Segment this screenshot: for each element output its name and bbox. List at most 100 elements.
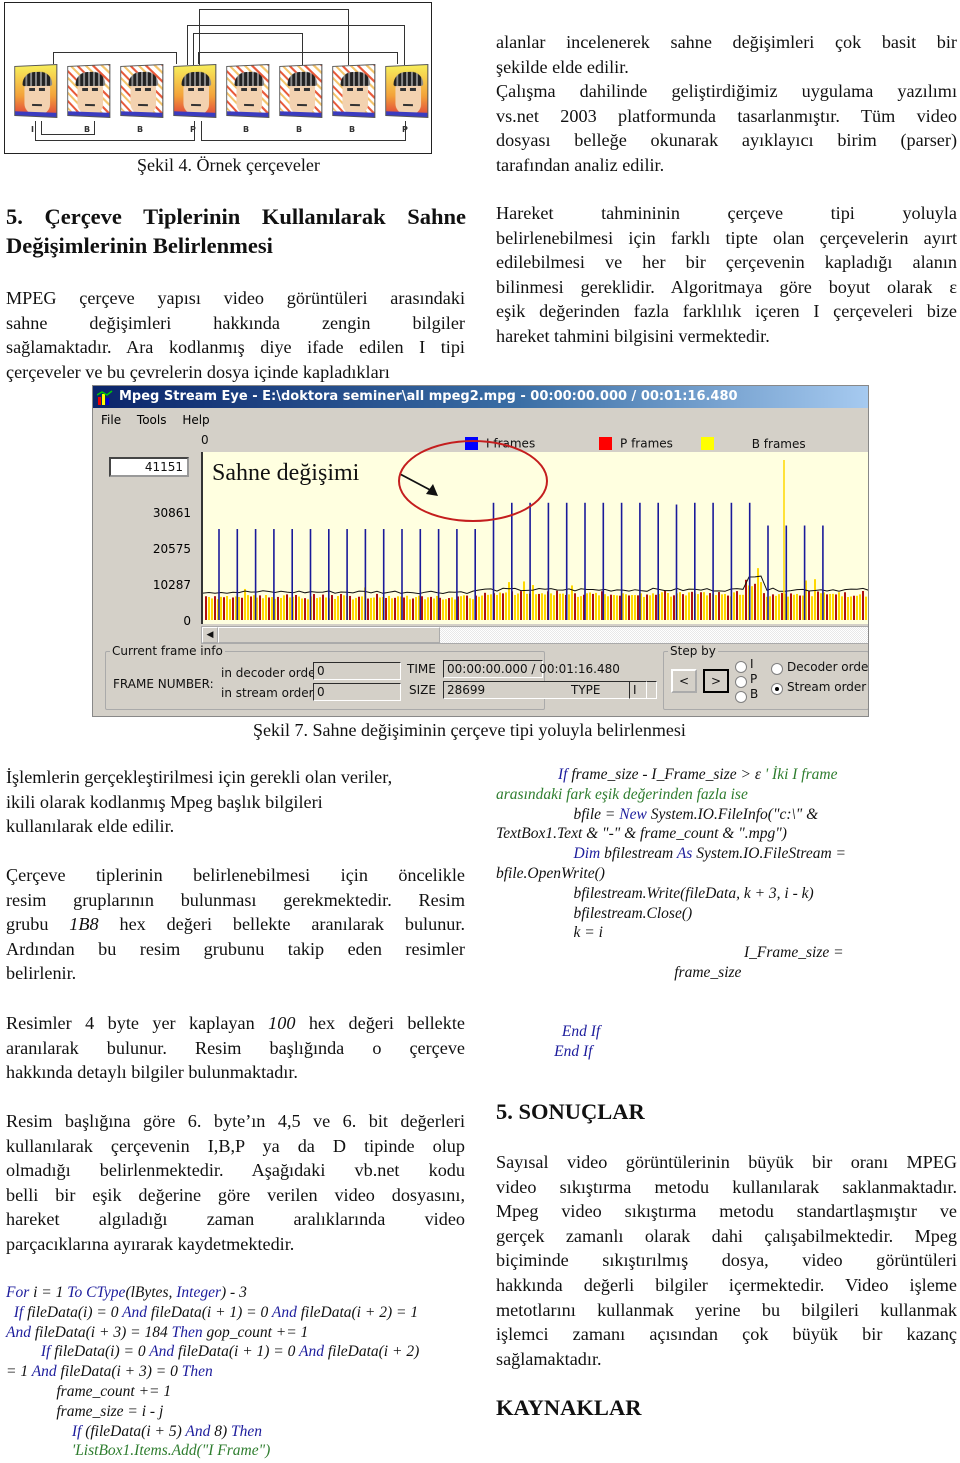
time-field[interactable]: 00:00:00.000 / 00:01:16.480 [443,660,620,678]
text-line: bilinmesi gereklidir. Algoritmaya göre b… [496,276,957,297]
reference-arrow [41,121,95,135]
text-line: Hareket tahmininin çerçeve tipi yoluyla [496,203,957,223]
code-block-frame-parser: For i = 1 To CType(lBytes, Integer) - 3 … [6,1283,419,1461]
p-frame-bar [448,598,450,620]
frame-thumbnail-p [173,63,217,119]
decoder-order-label: in decoder order [221,666,321,680]
y-max-input[interactable]: 41151 [109,457,189,477]
code-line: bfilestream.Write(fileData, k + 3, i - k… [496,884,814,902]
p-frame-bar [754,583,756,620]
scroll-thumb[interactable] [218,627,440,643]
text-line: vs.net 2003 platformunda tasarlanmıştır.… [496,105,957,126]
b-frame-bar [334,598,336,620]
b-frame-bar [472,599,474,620]
text-line: gerçek zamanlı olarak dahi çalışabilmekt… [496,1225,957,1246]
b-frame-bar [415,597,417,620]
x-start-label: 0 [201,433,209,447]
p-frame-bar [259,595,261,620]
b-frame-bar [829,593,831,620]
reference-arrow [201,121,406,141]
heading-line: Değişimlerinin Belirlenmesi [6,233,273,258]
text-line: sağlamaktadır. Ara kodlanmış diye ifade … [6,337,465,358]
b-frame-bar [670,596,672,620]
p-frame-bar [295,594,297,620]
p-frame-bar [214,596,216,620]
code-line: Dim bfilestream As System.IO.FileStream … [573,845,847,863]
text-line: olmadığı belirlenmektedir. Aşağıdaki vb.… [6,1160,465,1181]
radio-type-b[interactable] [735,691,747,703]
radio-label: I [750,657,754,671]
chart-scrollbar[interactable]: ◀ [201,626,868,644]
radio-stream-order[interactable] [771,683,783,695]
b-frame-bar [802,595,804,620]
text-line: metotlarını kullanmak yerine bu bilgiler… [496,1299,957,1320]
text-line: işlemci zamanı açısından çok büyük bir k… [496,1324,957,1345]
step-next-button[interactable]: > [703,669,729,693]
p-frame-bar [286,594,288,620]
menu-tools[interactable]: Tools [137,413,167,427]
b-frame-bar [634,595,636,620]
text-line: grubu 1B8 hex değeri bellekte aranılarak… [6,914,465,935]
p-frame-bar [250,596,252,620]
code-line: TextBox1.Text & "-" & frame_count & ".mp… [496,825,787,843]
y-tick-label: 20575 [152,542,191,556]
frame-thumbnail-p [385,63,429,119]
b-frame-bar [742,594,744,620]
b-frame-bar [604,594,606,620]
p-frame-bar [268,597,270,620]
y-tick-label: 30861 [152,506,191,520]
b-frame-bar [244,588,246,620]
menu-file[interactable]: File [101,413,121,427]
p-frame-bar [223,597,225,620]
stream-order-field[interactable]: 0 [313,683,401,701]
p-frame-bar [403,597,405,620]
radio-type-p[interactable] [735,676,747,688]
b-frame-bar [319,597,321,620]
b-frame-bar [526,593,528,620]
legend-swatch-p [599,437,613,450]
p-frame-bar [313,594,315,620]
b-frame-bar [724,593,726,620]
b-frame-bar [208,596,210,620]
reference-arrow [53,52,177,64]
step-prev-button[interactable]: < [671,669,697,693]
b-frame-bar [271,597,273,620]
size-field[interactable]: 28699 [443,681,657,699]
code-line: End If [561,1023,601,1041]
b-frame-bar [838,592,840,620]
text-line: alanlar incelenerek sahne değişimleri ço… [496,32,957,52]
decoder-order-field[interactable]: 0 [313,662,401,680]
legend-swatch-b [700,437,714,450]
b-frame-bar [226,595,228,620]
figure-4-caption: Şekil 4. Örnek çerçeveler [137,155,320,175]
p-frame-bar [520,591,522,620]
b-frame-bar [706,595,708,620]
b-frame-bar [598,595,600,620]
b-frame-bar [424,599,426,620]
b-frame-bar [589,592,591,620]
b-frame-bar [541,593,543,620]
p-frame-bar [709,593,711,620]
code-line: frame_count += 1 [6,1382,172,1400]
b-frame-bar [559,593,561,620]
b-frame-bar [514,594,516,620]
b-frame-bar [370,597,372,620]
text-line: sahne değişimleri hakkında zengin bilgil… [6,312,465,333]
radio-type-i[interactable] [735,661,747,673]
b-frame-bar [478,596,480,620]
radio-label: P [750,672,758,686]
b-frame-bar [409,599,411,620]
scroll-left-button[interactable]: ◀ [202,627,218,643]
b-frame-bar [262,598,264,620]
b-frame-bar [553,595,555,620]
radio-decoder-order[interactable] [771,663,783,675]
b-frame-bar [253,595,255,620]
p-frame-bar [664,590,666,620]
p-frame-bar [394,597,396,620]
type-field[interactable]: I [629,681,647,699]
text-line: şekilde elde edilir. [496,56,629,77]
menu-help[interactable]: Help [182,413,209,427]
b-frame-bar [442,599,444,620]
